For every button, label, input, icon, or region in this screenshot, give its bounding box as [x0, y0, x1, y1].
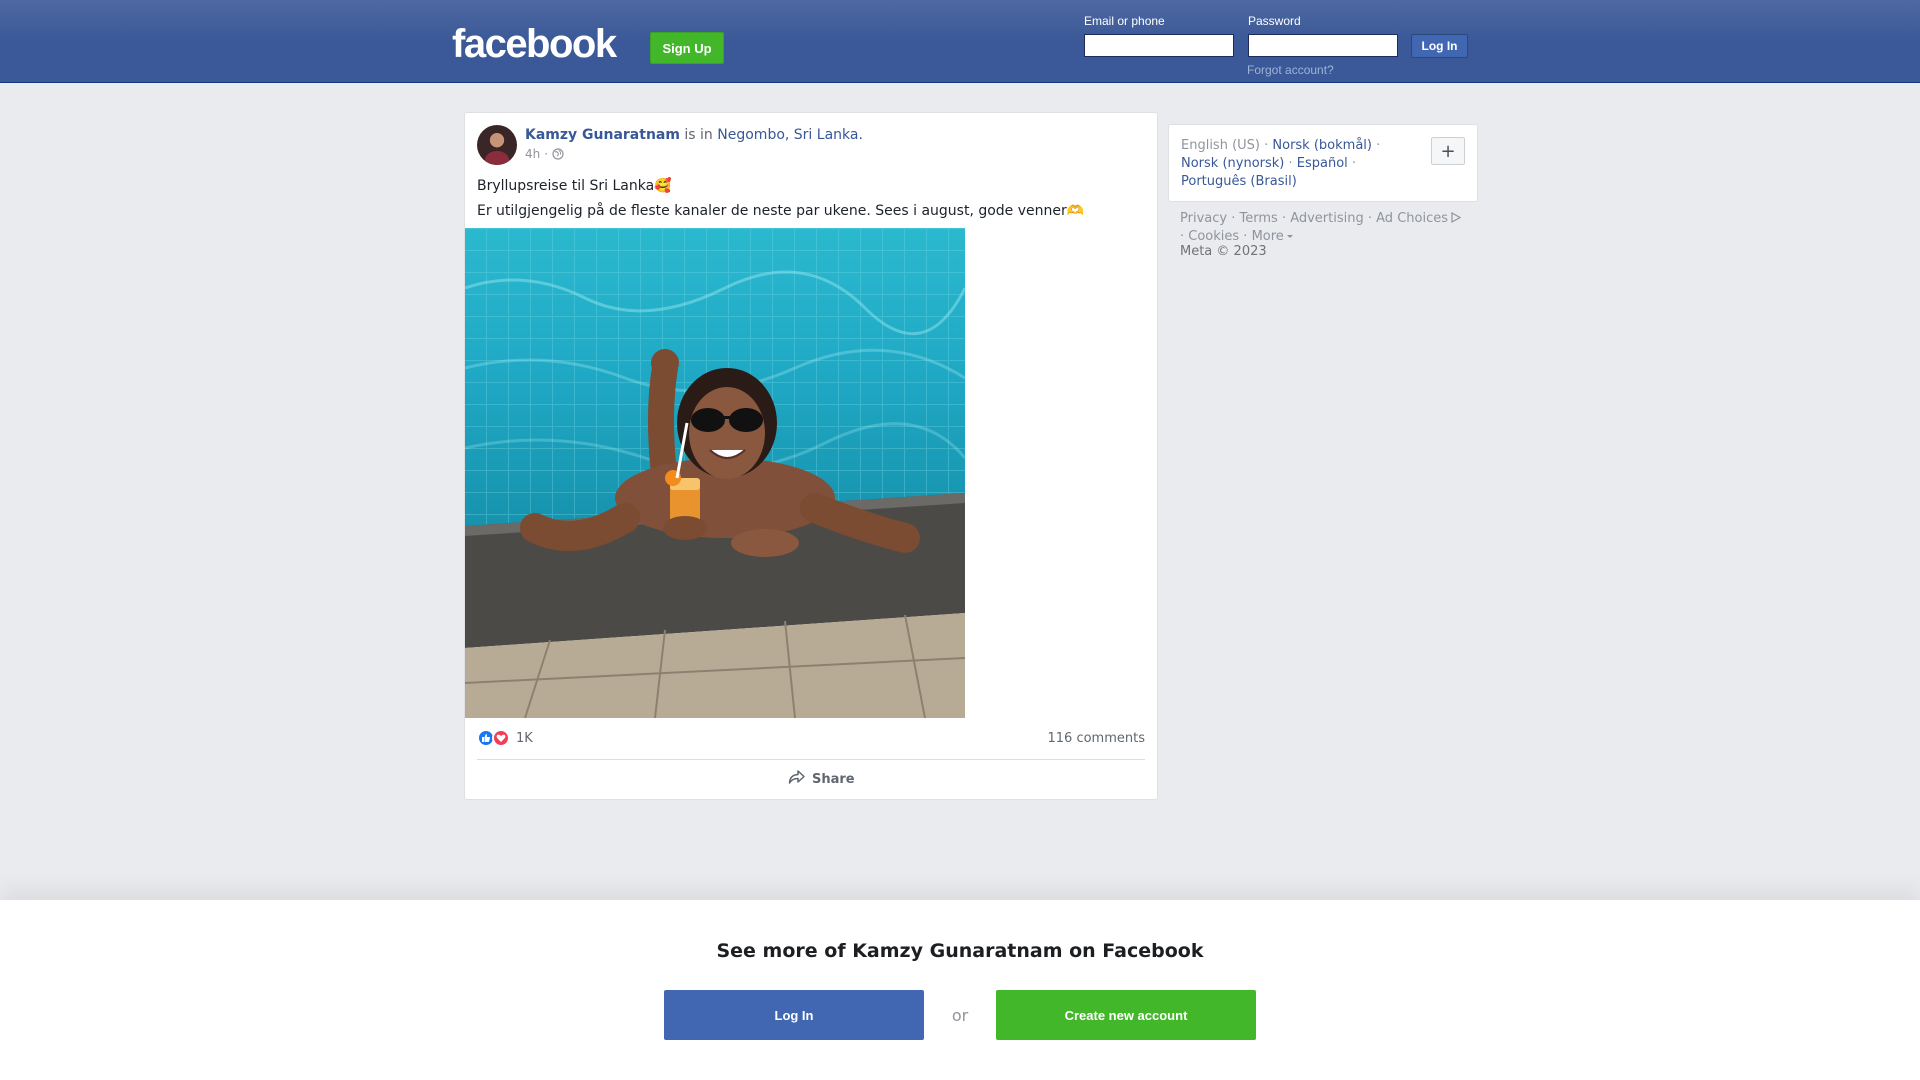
create-account-button[interactable]: Create new account	[996, 990, 1256, 1040]
globe-icon	[552, 148, 564, 160]
post-text-line: Er utilgjengelig på de fleste kanaler de…	[477, 203, 1085, 219]
language-selector: English (US) · Norsk (bokmål) · Norsk (n…	[1168, 124, 1478, 202]
email-label: Email or phone	[1084, 14, 1165, 28]
top-bar: facebook Sign Up Email or phone Password…	[0, 0, 1920, 83]
footer-link-cookies[interactable]: Cookies	[1188, 229, 1239, 244]
banner-or-text: or	[951, 1006, 969, 1025]
log-in-button[interactable]: Log In	[1411, 34, 1468, 58]
post-timestamp[interactable]: 4h	[525, 147, 540, 161]
share-button[interactable]: Share	[788, 769, 855, 789]
email-field[interactable]	[1084, 34, 1234, 57]
footer-link-terms[interactable]: Terms	[1239, 211, 1277, 226]
language-current: English (US)	[1181, 138, 1260, 153]
author-name[interactable]: Kamzy Gunaratnam	[525, 127, 680, 143]
login-banner: See more of Kamzy Gunaratnam on Facebook…	[0, 900, 1920, 1080]
location-link[interactable]: Negombo, Sri Lanka.	[717, 127, 863, 143]
reaction-summary[interactable]: 1K	[477, 729, 533, 747]
footer-link-privacy[interactable]: Privacy	[1180, 211, 1227, 226]
post-card: Kamzy Gunaratnam is in Negombo, Sri Lank…	[464, 112, 1158, 800]
ad-choices-icon	[1448, 211, 1462, 226]
footer-links: Privacy · Terms · Advertising · Ad Choic…	[1180, 210, 1480, 246]
language-link[interactable]: Norsk (nynorsk)	[1181, 156, 1284, 171]
reaction-icons	[477, 729, 510, 747]
post-text-line: Bryllupsreise til Sri Lanka🥰	[477, 178, 672, 194]
avatar[interactable]	[477, 125, 517, 165]
password-label: Password	[1248, 14, 1301, 28]
love-icon	[492, 729, 510, 747]
language-link[interactable]: Português (Brasil)	[1181, 174, 1297, 189]
post-message: Bryllupsreise til Sri Lanka🥰 Er utilgjen…	[477, 174, 1084, 224]
share-label: Share	[812, 771, 855, 787]
caret-down-icon	[1284, 229, 1294, 244]
add-language-button[interactable]: +	[1431, 137, 1465, 165]
footer-link-ad-choices[interactable]: Ad Choices	[1376, 211, 1448, 226]
language-link[interactable]: Norsk (bokmål)	[1272, 138, 1372, 153]
post-photo[interactable]	[465, 228, 965, 718]
meta-separator: ·	[544, 147, 549, 161]
post-header: Kamzy Gunaratnam is in Negombo, Sri Lank…	[525, 127, 863, 143]
sign-up-button[interactable]: Sign Up	[650, 32, 724, 64]
reaction-count: 1K	[516, 730, 533, 746]
post-divider	[477, 759, 1145, 760]
is-in-text: is in	[684, 127, 713, 143]
banner-title: See more of Kamzy Gunaratnam on Facebook	[716, 940, 1204, 962]
share-icon	[788, 769, 806, 789]
comments-count[interactable]: 116 comments	[1048, 731, 1145, 746]
forgot-account-link[interactable]: Forgot account?	[1247, 63, 1334, 77]
post-meta: 4h ·	[525, 147, 564, 161]
copyright: Meta © 2023	[1180, 244, 1267, 259]
password-field[interactable]	[1248, 34, 1398, 57]
language-link[interactable]: Español	[1297, 156, 1348, 171]
banner-log-in-button[interactable]: Log In	[664, 990, 924, 1040]
footer-link-advertising[interactable]: Advertising	[1290, 211, 1364, 226]
facebook-logo[interactable]: facebook	[452, 22, 617, 67]
footer-link-more[interactable]: More	[1252, 229, 1284, 244]
language-list: English (US) · Norsk (bokmål) · Norsk (n…	[1181, 138, 1381, 189]
